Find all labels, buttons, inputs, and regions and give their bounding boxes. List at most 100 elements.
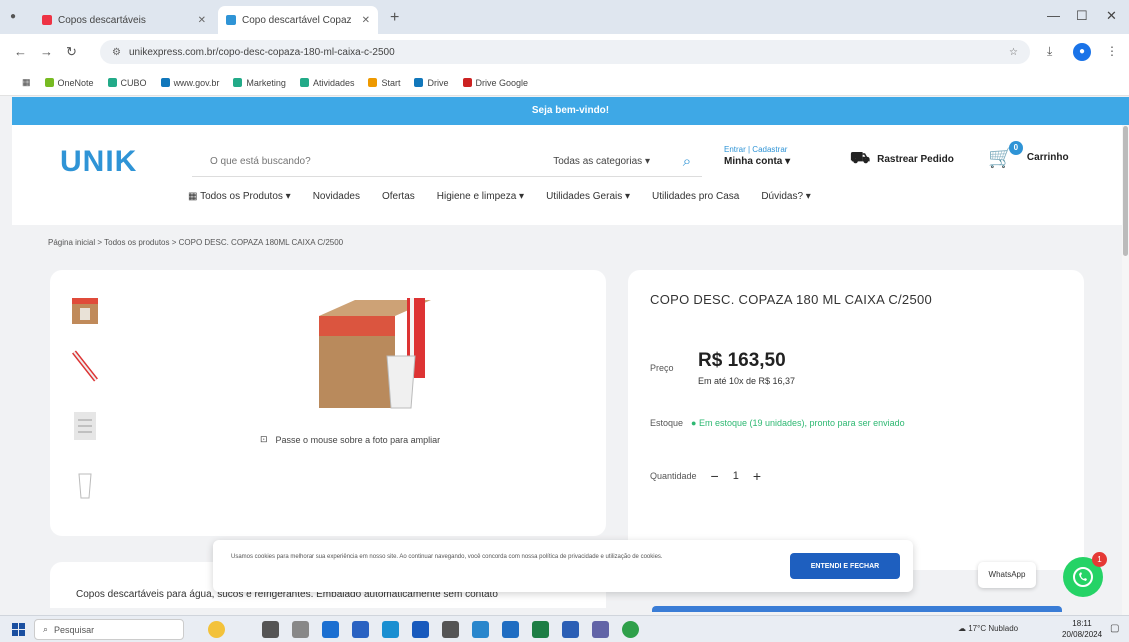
close-tab-icon[interactable]: ✕ bbox=[362, 15, 370, 26]
chrome-icon[interactable] bbox=[622, 621, 639, 638]
track-order-link[interactable]: ⛟ Rastrear Pedido bbox=[850, 149, 954, 169]
bookmark-item[interactable]: Drive bbox=[414, 78, 449, 88]
search-icon: ⌕ bbox=[43, 624, 49, 634]
cart-label: Carrinho bbox=[1026, 152, 1069, 163]
cart-link[interactable]: 🛒 0 Carrinho bbox=[988, 141, 1069, 170]
explorer-icon[interactable] bbox=[292, 621, 309, 638]
bookmark-icon bbox=[368, 78, 378, 87]
reload-icon[interactable]: ↻ bbox=[66, 44, 77, 60]
word-icon[interactable] bbox=[412, 621, 429, 638]
nav-duvidas[interactable]: Dúvidas? ▾ bbox=[761, 191, 811, 202]
quantity-value[interactable]: 1 bbox=[733, 470, 739, 482]
forward-icon[interactable]: → bbox=[40, 44, 53, 59]
profile-avatar[interactable]: ● bbox=[1073, 43, 1091, 61]
breadcrumb[interactable]: Página inicial > Todos os produtos > COP… bbox=[48, 238, 343, 247]
weather-status[interactable]: ☁ 17°C Nublado bbox=[958, 624, 1018, 633]
bookmark-item[interactable]: CUBO bbox=[107, 78, 147, 88]
account-menu[interactable]: Entrar | Cadastrar Minha conta ▾ bbox=[724, 145, 790, 167]
bookmark-item[interactable]: Marketing bbox=[233, 78, 286, 88]
scrollbar-thumb[interactable] bbox=[1123, 126, 1128, 256]
browser-tab-bar: ● Copos descartáveis ✕ Copo descartável … bbox=[0, 0, 1129, 34]
product-info-panel: COPO DESC. COPAZA 180 ML CAIXA C/2500 Pr… bbox=[628, 270, 1084, 570]
bookmark-item[interactable]: OneNote bbox=[44, 78, 94, 88]
nav-higiene[interactable]: Higiene e limpeza ▾ bbox=[437, 191, 524, 202]
address-bar-row: ← → ↻ ⚙ unikexpress.com.br/copo-desc-cop… bbox=[0, 34, 1129, 70]
bookmark-star-icon[interactable]: ☆ bbox=[1009, 47, 1018, 58]
cookie-accept-button[interactable]: ENTENDI E FECHAR bbox=[790, 553, 900, 579]
tab-title: Copos descartáveis bbox=[58, 14, 146, 26]
decrease-quantity-button[interactable]: − bbox=[711, 468, 719, 484]
bookmark-icon bbox=[44, 78, 54, 87]
thumbnail-cup[interactable] bbox=[70, 468, 100, 504]
app-icon[interactable] bbox=[442, 621, 459, 638]
bookmark-item[interactable]: www.gov.br bbox=[160, 78, 219, 88]
bookmark-icon bbox=[299, 78, 309, 87]
nav-utilidades-gerais[interactable]: Utilidades Gerais ▾ bbox=[546, 191, 630, 202]
nav-ofertas[interactable]: Ofertas bbox=[382, 191, 415, 202]
menu-kebab-icon[interactable]: ⋮ bbox=[1106, 44, 1118, 58]
site-header: UNIK Todas as categorias ▾ ⌕ Entrar | Ca… bbox=[12, 125, 1129, 225]
mail-icon[interactable] bbox=[352, 621, 369, 638]
new-tab-icon[interactable]: + bbox=[390, 9, 399, 27]
nav-novidades[interactable]: Novidades bbox=[313, 191, 360, 202]
bookmark-icon bbox=[414, 78, 424, 87]
apps-grid-icon[interactable]: ▦ bbox=[22, 77, 31, 88]
excel-icon[interactable] bbox=[532, 621, 549, 638]
back-icon[interactable]: ← bbox=[14, 44, 27, 59]
download-icon[interactable]: ⤓ bbox=[1047, 44, 1052, 59]
search-icon[interactable]: ⌕ bbox=[672, 153, 702, 170]
whatsapp-label[interactable]: WhatsApp bbox=[978, 562, 1036, 588]
nav-all-products[interactable]: ▦ Todos os Produtos ▾ bbox=[188, 191, 291, 202]
chevron-down-icon: ▾ bbox=[785, 156, 791, 167]
maximize-icon[interactable]: ☐ bbox=[1076, 8, 1088, 24]
close-window-icon[interactable]: ✕ bbox=[1106, 8, 1117, 24]
browser-tab-active[interactable]: Copo descartável Copaz ✕ bbox=[218, 6, 378, 34]
bookmark-icon bbox=[233, 78, 243, 87]
category-select[interactable]: Todas as categorias ▾ bbox=[553, 156, 650, 167]
app-icon[interactable] bbox=[472, 621, 489, 638]
tab-list-icon[interactable]: ● bbox=[10, 11, 16, 22]
nav-utilidades-casa[interactable]: Utilidades pro Casa bbox=[652, 191, 739, 202]
bookmark-item[interactable]: Start bbox=[368, 78, 400, 88]
outlook-icon[interactable] bbox=[502, 621, 519, 638]
teams-icon[interactable] bbox=[592, 621, 609, 638]
price-label: Preço bbox=[650, 363, 674, 373]
notification-icon[interactable]: ▢ bbox=[1110, 623, 1119, 634]
bookmark-icon bbox=[462, 78, 472, 87]
cookie-banner: Usamos cookies para melhorar sua experiê… bbox=[213, 540, 913, 592]
tab-title: Copo descartável Copaz bbox=[242, 14, 352, 26]
task-view-icon[interactable] bbox=[262, 621, 279, 638]
search-box: Todas as categorias ▾ ⌕ bbox=[192, 147, 702, 177]
favicon-icon bbox=[226, 15, 236, 25]
bookmark-item[interactable]: Drive Google bbox=[462, 78, 528, 88]
whatsapp-badge: 1 bbox=[1092, 552, 1107, 567]
search-input[interactable] bbox=[192, 156, 554, 167]
bookmark-icon bbox=[107, 78, 117, 87]
app-icon[interactable] bbox=[562, 621, 579, 638]
browser-tab[interactable]: Copos descartáveis ✕ bbox=[34, 6, 214, 34]
taskbar-search-input[interactable]: ⌕ Pesquisar bbox=[34, 619, 184, 640]
cookie-message: Usamos cookies para melhorar sua experiê… bbox=[231, 554, 663, 560]
cart-count-badge: 0 bbox=[1008, 141, 1023, 155]
menu-grid-icon: ▦ bbox=[188, 191, 198, 202]
thumbnail-label[interactable] bbox=[70, 408, 100, 444]
login-register-link[interactable]: Entrar | Cadastrar bbox=[724, 145, 790, 154]
bookmark-item[interactable]: Atividades bbox=[299, 78, 354, 88]
thumbnail-box[interactable] bbox=[70, 292, 100, 328]
bookmarks-bar: ▦ OneNote CUBO www.gov.br Marketing Ativ… bbox=[0, 70, 1129, 96]
url-field[interactable]: ⚙ unikexpress.com.br/copo-desc-copaza-18… bbox=[100, 40, 1030, 64]
edge-icon[interactable] bbox=[322, 621, 339, 638]
store-icon[interactable] bbox=[382, 621, 399, 638]
widget-icon[interactable] bbox=[208, 621, 225, 638]
buy-button-edge[interactable] bbox=[652, 606, 1062, 612]
product-gallery: ⊡ Passe o mouse sobre a foto para amplia… bbox=[50, 270, 606, 536]
site-info-icon[interactable]: ⚙ bbox=[112, 47, 121, 58]
minimize-icon[interactable]: — bbox=[1047, 8, 1060, 23]
close-tab-icon[interactable]: ✕ bbox=[198, 15, 206, 26]
increase-quantity-button[interactable]: + bbox=[753, 468, 761, 484]
product-main-image[interactable] bbox=[315, 292, 433, 414]
windows-start-icon[interactable] bbox=[12, 623, 25, 636]
thumbnail-cup-stack[interactable] bbox=[70, 348, 100, 384]
clock[interactable]: 18:11 20/08/2024 bbox=[1062, 618, 1102, 640]
site-logo[interactable]: UNIK bbox=[60, 145, 137, 179]
